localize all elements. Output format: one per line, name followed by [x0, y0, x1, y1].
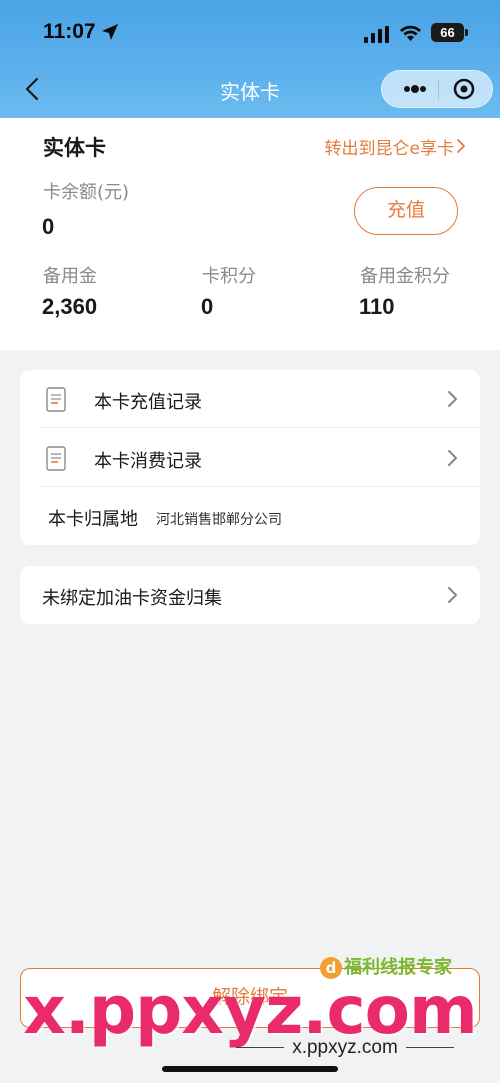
header: 11:07 66 实体卡: [0, 0, 500, 118]
more-dots-icon[interactable]: [394, 71, 436, 107]
balance-label: 卡余额(元): [43, 182, 130, 203]
capsule-divider: [438, 80, 439, 100]
owner-row: 本卡归属地 河北销售邯郸分公司: [20, 487, 480, 545]
wifi-icon: [400, 25, 421, 41]
chevron-right-icon[interactable]: [455, 138, 467, 154]
balance-value: 0: [42, 214, 55, 239]
document-icon: [46, 446, 66, 471]
card-info-panel: 实体卡 转出到昆仑e享卡 卡余额(元) 0 充值 备用金 2,360 卡积分 0…: [0, 118, 500, 350]
reserve-points-label: 备用金积分: [360, 266, 450, 287]
nav-bar: 实体卡: [0, 62, 500, 118]
status-bar: 11:07 66: [0, 0, 500, 62]
consume-record-row[interactable]: 本卡消费记录: [20, 429, 480, 487]
points-value: 0: [201, 294, 214, 319]
recharge-record-row[interactable]: 本卡充值记录: [20, 370, 480, 428]
card-title: 实体卡: [43, 136, 106, 160]
document-icon: [46, 387, 66, 412]
home-indicator[interactable]: [162, 1066, 338, 1072]
mini-program-capsule: [381, 70, 493, 108]
row-divider: [40, 427, 480, 428]
chevron-right-icon: [448, 391, 457, 407]
collect-label: 未绑定加油卡资金归集: [42, 588, 222, 609]
battery-icon: 66: [431, 23, 468, 42]
location-arrow-icon: [102, 24, 118, 40]
reserve-label: 备用金: [43, 266, 97, 287]
transfer-link[interactable]: 转出到昆仑e享卡: [325, 134, 454, 159]
reserve-points-value: 110: [359, 294, 395, 319]
chevron-right-icon: [448, 587, 457, 603]
cellular-signal-icon: [364, 26, 389, 43]
watermark-caption: x.ppxyz.com: [215, 1037, 475, 1059]
owner-label: 本卡归属地: [48, 509, 138, 530]
owner-value: 河北销售邯郸分公司: [156, 512, 282, 528]
recharge-button[interactable]: 充值: [354, 187, 458, 235]
close-target-icon[interactable]: [444, 71, 486, 107]
consume-record-label: 本卡消费记录: [94, 451, 202, 472]
chevron-right-icon: [448, 450, 457, 466]
recharge-record-label: 本卡充值记录: [94, 392, 202, 413]
status-time: 11:07: [43, 20, 96, 43]
reserve-value: 2,360: [42, 294, 98, 319]
collect-card[interactable]: 未绑定加油卡资金归集: [20, 566, 480, 624]
points-label: 卡积分: [202, 266, 256, 287]
records-card: 本卡充值记录 本卡消费记录 本卡归属地 河北销售邯郸分公司: [20, 370, 480, 545]
